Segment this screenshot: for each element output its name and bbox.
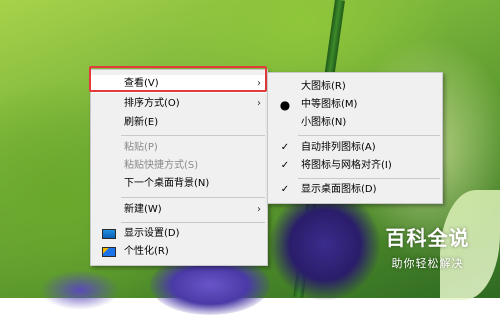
menu-item-label: 个性化(R): [124, 246, 169, 257]
menu-item-label: 自动排列图标(A): [301, 142, 376, 153]
menu-separator: [298, 178, 440, 179]
menu-item-refresh[interactable]: 刷新(E): [91, 114, 267, 132]
submenu-arrow-icon: ›: [257, 98, 261, 109]
selected-dot-icon: ●: [279, 98, 291, 112]
menu-item-sort-by[interactable]: 排序方式(O) ›: [91, 95, 267, 113]
menu-item-personalize[interactable]: 个性化(R): [91, 243, 267, 261]
wallpaper-flower: [40, 270, 120, 310]
view-submenu: 大图标(R) ● 中等图标(M) 小图标(N) ✓ 自动排列图标(A) ✓ 将图…: [267, 72, 443, 204]
menu-separator: [121, 135, 265, 136]
watermark-title: 百科全说: [385, 226, 470, 250]
personalize-icon: [102, 247, 116, 257]
menu-item-label: 刷新(E): [124, 117, 159, 128]
checkmark-icon: ✓: [280, 184, 290, 195]
menu-item-next-background[interactable]: 下一个桌面背景(N): [91, 175, 267, 193]
watermark-logo: 百科全说 助你轻松解决: [355, 218, 500, 298]
menu-item-new[interactable]: 新建(W) ›: [91, 201, 267, 219]
menu-item-label: 小图标(N): [301, 117, 347, 128]
menu-separator: [121, 222, 265, 223]
menu-item-paste-shortcut: 粘贴快捷方式(S): [91, 157, 267, 175]
menu-item-label: 粘贴(P): [124, 142, 158, 153]
menu-item-label: 将图标与网格对齐(I): [301, 160, 392, 171]
checkmark-icon: ✓: [280, 142, 290, 153]
menu-item-label: 粘贴快捷方式(S): [124, 160, 199, 171]
menu-item-label: 显示设置(D): [124, 228, 180, 239]
display-settings-icon: [102, 229, 116, 239]
highlight-annotation: [89, 66, 267, 92]
submenu-item-small-icons[interactable]: 小图标(N): [268, 114, 442, 132]
menu-item-label: 下一个桌面背景(N): [124, 178, 210, 189]
menu-item-label: 新建(W): [124, 204, 162, 215]
desktop-context-menu: 查看(V) › 排序方式(O) › 刷新(E) 粘贴(P) 粘贴快捷方式(S) …: [90, 69, 268, 266]
menu-item-label: 大图标(R): [301, 81, 346, 92]
menu-separator: [298, 135, 440, 136]
submenu-item-show-desktop-icons[interactable]: ✓ 显示桌面图标(D): [268, 181, 442, 199]
watermark-subtitle: 助你轻松解决: [391, 257, 464, 270]
menu-item-paste: 粘贴(P): [91, 139, 267, 157]
submenu-item-auto-arrange[interactable]: ✓ 自动排列图标(A): [268, 139, 442, 157]
menu-separator: [121, 197, 265, 198]
checkmark-icon: ✓: [280, 160, 290, 171]
submenu-item-align-to-grid[interactable]: ✓ 将图标与网格对齐(I): [268, 157, 442, 175]
submenu-item-medium-icons[interactable]: ● 中等图标(M): [268, 96, 442, 114]
menu-item-label: 排序方式(O): [124, 98, 180, 109]
menu-item-display-settings[interactable]: 显示设置(D): [91, 225, 267, 243]
menu-item-label: 显示桌面图标(D): [301, 184, 377, 195]
menu-item-label: 中等图标(M): [301, 99, 358, 110]
submenu-item-large-icons[interactable]: 大图标(R): [268, 78, 442, 96]
submenu-arrow-icon: ›: [257, 204, 261, 215]
